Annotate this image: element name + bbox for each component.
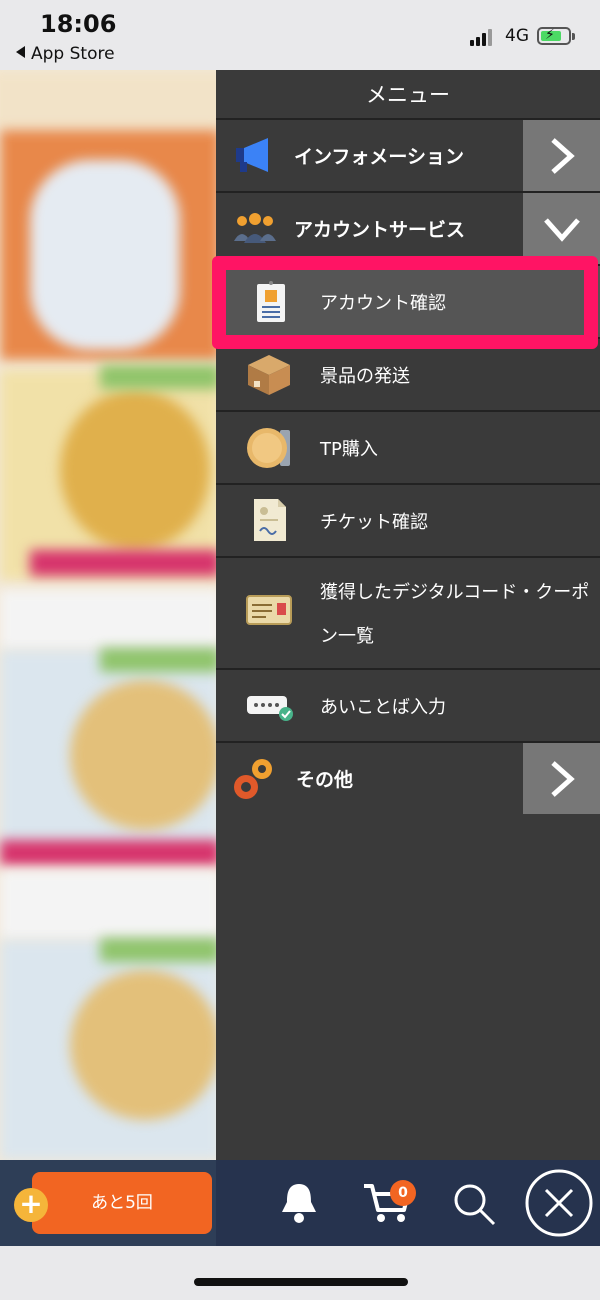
section-label-other: その他 <box>296 769 354 791</box>
close-menu-button[interactable] <box>524 1168 594 1242</box>
menu-section-other[interactable]: その他 <box>216 743 600 816</box>
home-indicator[interactable] <box>194 1278 408 1286</box>
package-box-icon <box>246 351 292 401</box>
menu-item-label: TP購入 <box>320 439 378 460</box>
back-arrow-icon <box>16 46 25 58</box>
back-to-app-store-link[interactable]: App Store <box>16 44 115 64</box>
chevron-down-icon <box>543 217 580 242</box>
side-menu-drawer: メニュー インフォメーション アカウントサービス アカウント確認 景品の発送 T… <box>216 70 600 1160</box>
gears-icon <box>232 755 278 807</box>
chevron-right-icon <box>550 137 575 174</box>
menu-item-label-line2: ン一覧 <box>320 626 374 647</box>
highlight-frame <box>212 256 598 349</box>
menu-item-passphrase-input[interactable]: あいことば入力 <box>216 670 600 743</box>
cart-count-badge: 0 <box>390 1180 416 1206</box>
signal-strength-icon <box>470 28 494 46</box>
close-icon <box>525 1169 593 1237</box>
search-icon[interactable] <box>452 1182 496 1230</box>
users-group-icon <box>232 213 278 249</box>
section-label-account-services: アカウントサービス <box>294 219 466 241</box>
battery-icon: ⚡ <box>537 27 575 45</box>
ticket-document-icon <box>252 497 288 547</box>
menu-item-prize-shipping[interactable]: 景品の発送 <box>216 339 600 412</box>
menu-item-label: あいことば入力 <box>320 697 446 718</box>
menu-title: メニュー <box>216 70 600 120</box>
collapse-account-services-button[interactable] <box>523 193 600 264</box>
blurred-page-content <box>0 70 216 1160</box>
status-time: 18:06 <box>40 10 117 38</box>
back-app-label: App Store <box>31 44 115 64</box>
status-bar: 18:06 App Store 4G ⚡ <box>0 0 600 70</box>
expand-information-button[interactable] <box>523 120 600 191</box>
menu-item-label: 景品の発送 <box>320 366 410 387</box>
megaphone-icon <box>234 138 274 178</box>
coupon-icon <box>246 594 292 630</box>
menu-section-information[interactable]: インフォメーション <box>216 120 600 193</box>
chevron-right-icon <box>550 760 575 797</box>
menu-item-tp-purchase[interactable]: TP購入 <box>216 412 600 485</box>
menu-item-ticket-check[interactable]: チケット確認 <box>216 485 600 558</box>
section-label-information: インフォメーション <box>294 146 465 168</box>
menu-item-digital-codes-coupons[interactable]: 獲得したデジタルコード・クーポ ン一覧 <box>216 558 600 670</box>
remaining-plays-button[interactable]: あと5回 <box>32 1172 212 1234</box>
network-type: 4G <box>505 26 529 46</box>
home-indicator-area <box>0 1246 600 1300</box>
plus-icon[interactable]: + <box>14 1188 48 1222</box>
password-input-icon <box>246 692 294 726</box>
bell-icon[interactable] <box>278 1180 320 1228</box>
expand-other-button[interactable] <box>523 743 600 814</box>
coin-stack-icon <box>246 424 294 476</box>
menu-item-label: チケット確認 <box>320 512 428 533</box>
menu-item-label-line1: 獲得したデジタルコード・クーポ <box>320 582 590 603</box>
